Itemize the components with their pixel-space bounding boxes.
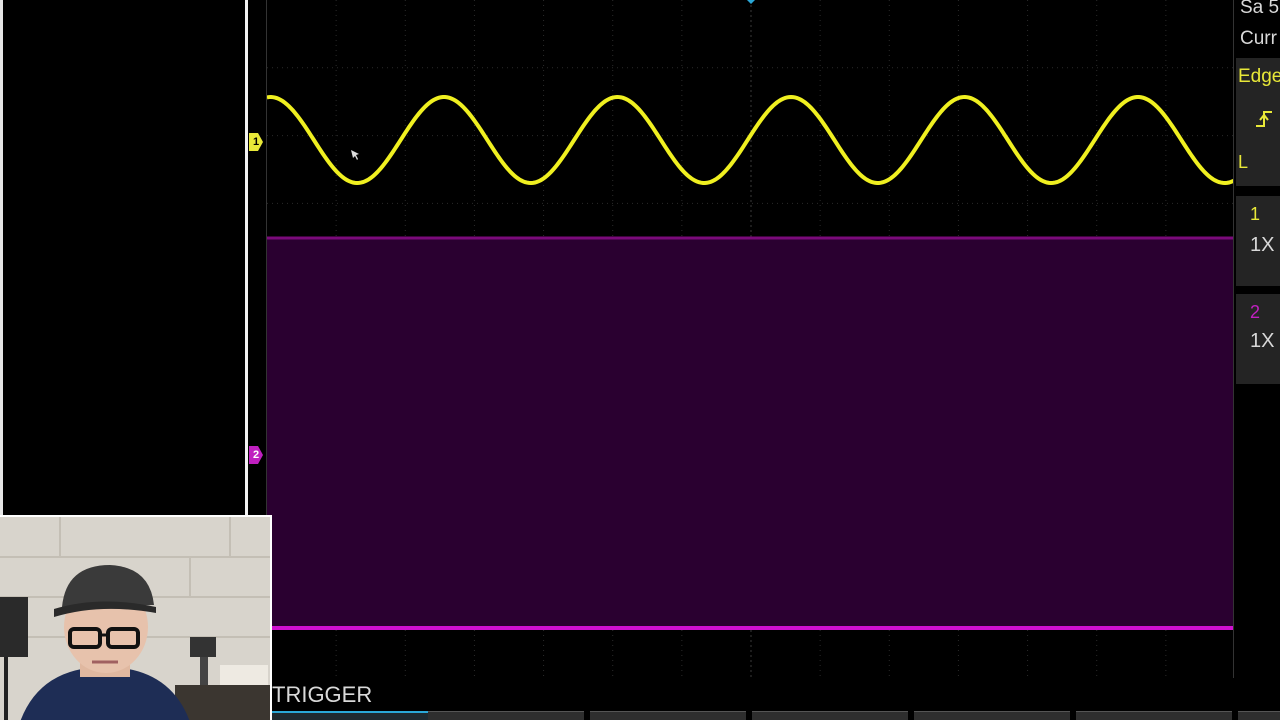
screen: 1 2 Sa 5 Curr 7 Edge L 1 1X 2 1X TRIGGER — [0, 0, 1280, 720]
presenter-video-icon — [0, 517, 270, 720]
softkey-6[interactable] — [1076, 711, 1232, 720]
softkey-3[interactable] — [590, 711, 746, 720]
ch2-probe: 1X — [1250, 330, 1275, 352]
ch2-info-box[interactable]: 2 1X — [1236, 294, 1280, 384]
right-info-panel: Sa 5 Curr 7 Edge L 1 1X 2 1X — [1236, 0, 1280, 720]
trigger-type: Edge — [1238, 66, 1280, 87]
current-text: Curr 7 — [1240, 28, 1280, 49]
softkey-2[interactable] — [428, 711, 584, 720]
trigger-level-label: L — [1238, 152, 1249, 172]
scope-display[interactable] — [266, 0, 1234, 678]
softkey-1[interactable] — [272, 711, 428, 720]
trigger-position-marker — [747, 0, 755, 4]
ch1-probe: 1X — [1250, 234, 1275, 256]
ch1-marker-label: 1 — [252, 136, 260, 148]
ch2-filled-band — [267, 238, 1233, 628]
sample-rate-text: Sa 5 — [1240, 0, 1280, 18]
softkey-7[interactable] — [1238, 711, 1280, 720]
ch2-position-marker[interactable]: 2 — [249, 446, 263, 464]
menu-title: TRIGGER — [272, 682, 373, 707]
ch1-position-marker[interactable]: 1 — [249, 133, 263, 151]
trigger-info-box[interactable]: Edge L — [1236, 58, 1280, 186]
mouse-cursor-icon — [351, 150, 359, 160]
ch2-number: 2 — [1250, 302, 1261, 322]
softkey-5[interactable] — [914, 711, 1070, 720]
softkey-4[interactable] — [752, 711, 908, 720]
waveform-canvas — [267, 0, 1233, 678]
ch1-info-box[interactable]: 1 1X — [1236, 196, 1280, 286]
softkey-bar — [272, 711, 1280, 720]
ch1-number: 1 — [1250, 204, 1261, 224]
rising-edge-icon — [1256, 111, 1272, 127]
webcam-overlay — [0, 515, 272, 720]
ch2-marker-label: 2 — [252, 449, 260, 461]
left-blank-panel — [0, 0, 248, 515]
